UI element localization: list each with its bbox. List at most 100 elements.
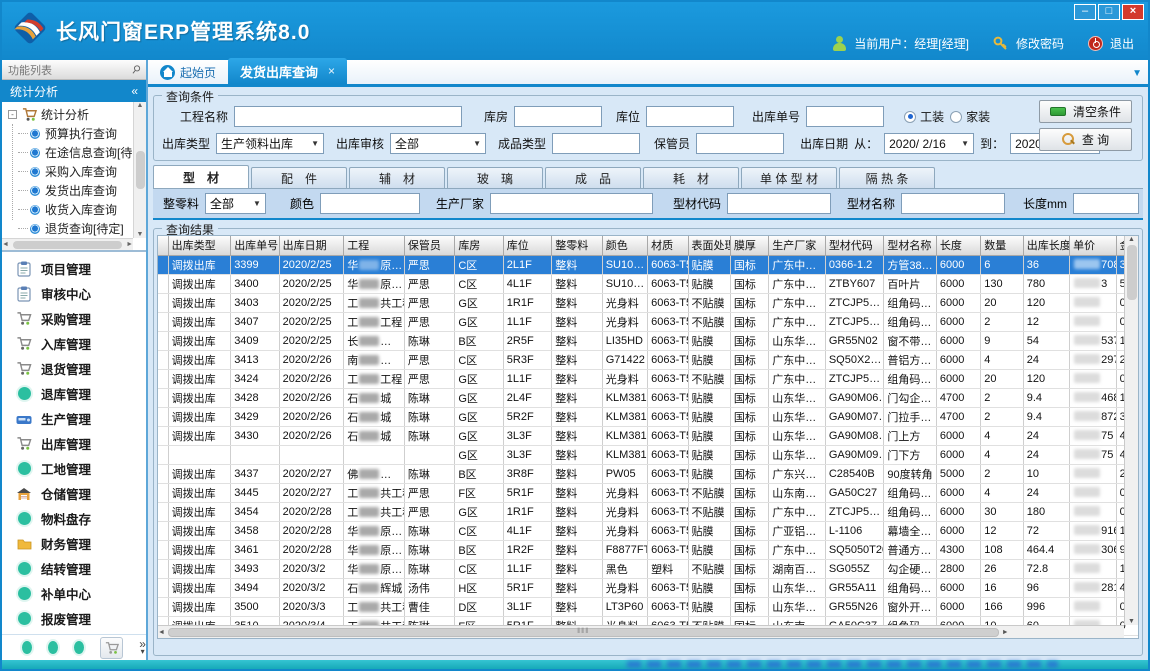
sidebar-module[interactable]: 退库管理 xyxy=(2,381,146,406)
tab-outbound-query[interactable]: 发货出库查询 × xyxy=(228,58,347,84)
table-row[interactable]: 调拨出库35002020/3/3工共工程曹佳D区3L1F整料LT3P606063… xyxy=(158,597,1139,616)
table-row[interactable]: 调拨出库34542020/2/28工共工程严思G区1R1F整料光身料6063-T… xyxy=(158,502,1139,521)
profile-code-input[interactable] xyxy=(727,193,831,214)
warehouse-input[interactable] xyxy=(514,106,602,127)
zhengliao-select[interactable]: 全部▼ xyxy=(205,193,266,214)
tree-horizontal-scrollbar[interactable]: ◄ ► xyxy=(2,238,133,250)
table-row[interactable]: 调拨出库34002020/2/25华原…严思C区4L1F整料SU10…6063-… xyxy=(158,274,1139,293)
tree-root-statistics[interactable]: - 统计分析 xyxy=(8,105,133,124)
column-header[interactable]: 表面处理 xyxy=(688,236,730,255)
tree-item[interactable]: 收货入库查询 xyxy=(8,200,133,219)
scroll-up-icon[interactable]: ▲ xyxy=(137,102,144,109)
audit-select[interactable]: 全部▼ xyxy=(390,133,486,154)
table-row[interactable]: 调拨出库34302020/2/26石城陈琳G区3L3F整料KLM38176063… xyxy=(158,426,1139,445)
length-input[interactable] xyxy=(1073,193,1139,214)
tab-list-dropdown-icon[interactable]: ▼ xyxy=(1132,68,1142,79)
color-input[interactable] xyxy=(320,193,420,214)
table-row[interactable]: 调拨出库33992020/2/25华原…严思C区2L1F整料SU10…6063-… xyxy=(158,255,1139,274)
scroll-up-icon[interactable]: ▲ xyxy=(1128,236,1135,243)
sidebar-overflow-button[interactable]: »▾ xyxy=(139,640,146,656)
scroll-down-icon[interactable]: ▼ xyxy=(1128,618,1135,625)
scroll-right-icon[interactable]: ► xyxy=(126,241,133,248)
outbound-no-input[interactable] xyxy=(806,106,884,127)
tree-item[interactable]: 预算执行查询 xyxy=(8,124,133,143)
tree-vertical-scrollbar[interactable]: ▲ ▼ xyxy=(133,102,146,238)
sidebar-module[interactable]: 入库管理 xyxy=(2,331,146,356)
column-header[interactable]: 库房 xyxy=(455,236,503,255)
column-header[interactable]: 出库类型 xyxy=(168,236,231,255)
module-shortcut-icon[interactable] xyxy=(74,641,84,654)
material-tab[interactable]: 单 体 型 材 xyxy=(741,167,837,188)
logout-link[interactable]: 退出 xyxy=(1110,35,1134,52)
column-header[interactable]: 型材代码 xyxy=(825,236,884,255)
table-row[interactable]: 调拨出库34282020/2/26石城陈琳G区2L4F整料KLM38176063… xyxy=(158,388,1139,407)
sidebar-module[interactable]: 采购管理 xyxy=(2,306,146,331)
column-header[interactable]: 出库日期 xyxy=(279,236,344,255)
column-header[interactable]: 整零料 xyxy=(552,236,602,255)
table-row[interactable]: 调拨出库34932020/3/2华原…陈琳C区1L1F整料黑色塑料不贴膜国标湖南… xyxy=(158,559,1139,578)
sidebar-module[interactable]: 工地管理 xyxy=(2,456,146,481)
date-from-picker[interactable]: 2020/ 2/16▼ xyxy=(884,133,974,154)
sidebar-module[interactable]: 出库管理 xyxy=(2,431,146,456)
column-header[interactable]: 生产厂家 xyxy=(769,236,826,255)
material-tab[interactable]: 玻 璃 xyxy=(447,167,543,188)
factory-input[interactable] xyxy=(490,193,653,214)
tab-home[interactable]: 起始页 xyxy=(148,60,228,84)
material-tab[interactable]: 配 件 xyxy=(251,167,347,188)
column-header[interactable]: 出库单号 xyxy=(231,236,279,255)
sidebar-module[interactable]: 退货管理 xyxy=(2,356,146,381)
tree-item[interactable]: 在途信息查询[待 xyxy=(8,143,133,162)
grid-vertical-scrollbar[interactable]: ▲ ▼ xyxy=(1124,236,1138,625)
table-row[interactable]: 调拨出库34582020/2/28华原…陈琳C区4L1F整料光身料6063-T5… xyxy=(158,521,1139,540)
keeper-input[interactable] xyxy=(696,133,784,154)
outbound-type-select[interactable]: 生产领料出库▼ xyxy=(216,133,324,154)
module-shortcut-icon[interactable] xyxy=(48,641,58,654)
sidebar-module[interactable]: 生产管理 xyxy=(2,406,146,431)
radio-jiazhuang[interactable]: 家装 xyxy=(950,108,990,125)
scrollbar-thumb[interactable] xyxy=(13,241,122,249)
sidebar-module[interactable]: 项目管理 xyxy=(2,256,146,281)
material-tab[interactable]: 辅 材 xyxy=(349,167,445,188)
scrollbar-thumb[interactable]: ⦀⦀⦀ xyxy=(168,628,999,637)
material-tab[interactable]: 耗 材 xyxy=(643,167,739,188)
sidebar-module[interactable]: 财务管理 xyxy=(2,531,146,556)
material-tab[interactable]: 成 品 xyxy=(545,167,641,188)
column-header[interactable]: 保管员 xyxy=(404,236,454,255)
sidebar-module[interactable]: 物料盘存 xyxy=(2,506,146,531)
column-header[interactable]: 材质 xyxy=(648,236,688,255)
sidebar-module[interactable]: 报废管理 xyxy=(2,606,146,631)
sidebar-section-header[interactable]: 统计分析 « xyxy=(2,80,146,102)
change-password-link[interactable]: 修改密码 xyxy=(1016,35,1064,52)
column-header[interactable]: 颜色 xyxy=(602,236,647,255)
scroll-right-icon[interactable]: ► xyxy=(1002,629,1009,636)
scroll-left-icon[interactable]: ◄ xyxy=(2,241,9,248)
table-row[interactable]: 调拨出库34612020/2/28华原…陈琳B区1R2F整料F8877FT606… xyxy=(158,540,1139,559)
table-row[interactable]: 调拨出库34072020/2/25工工程严思G区1L1F整料光身料6063-T5… xyxy=(158,312,1139,331)
radio-gongzhuang[interactable]: 工装 xyxy=(904,108,944,125)
column-header[interactable]: 长度 xyxy=(936,236,980,255)
cart-shortcut-button[interactable] xyxy=(100,637,123,659)
table-row[interactable]: 调拨出库34942020/3/2石辉城汤伟H区5R1F整料光身料6063-T5贴… xyxy=(158,578,1139,597)
column-header[interactable]: 工程 xyxy=(344,236,405,255)
sidebar-module[interactable]: 审核中心 xyxy=(2,281,146,306)
grid-horizontal-scrollbar[interactable]: ◄ ⦀⦀⦀ ► xyxy=(158,625,1124,638)
material-tab[interactable]: 隔 热 条 xyxy=(839,167,935,188)
tree-item[interactable]: 发货出库查询 xyxy=(8,181,133,200)
tree-item[interactable]: 采购入库查询 xyxy=(8,162,133,181)
scrollbar-thumb[interactable] xyxy=(136,151,145,189)
module-shortcut-icon[interactable] xyxy=(22,641,32,654)
project-name-input[interactable] xyxy=(234,106,462,127)
tab-close-icon[interactable]: × xyxy=(328,64,335,78)
column-header[interactable]: 库位 xyxy=(503,236,551,255)
sidebar-module[interactable]: 补单中心 xyxy=(2,581,146,606)
sidebar-module[interactable]: 结转管理 xyxy=(2,556,146,581)
clear-conditions-button[interactable]: 清空条件 xyxy=(1039,100,1132,123)
profile-name-input[interactable] xyxy=(901,193,1005,214)
table-row[interactable]: 调拨出库34092020/2/25长…陈琳B区2R5F整料LI35HD6063-… xyxy=(158,331,1139,350)
location-input[interactable] xyxy=(646,106,734,127)
column-header[interactable]: 单价 xyxy=(1070,236,1116,255)
maximize-button[interactable]: □ xyxy=(1098,4,1120,20)
table-row[interactable]: 调拨出库34292020/2/26石城陈琳G区5R2F整料KLM38176063… xyxy=(158,407,1139,426)
table-row[interactable]: 调拨出库34242020/2/26工工程严思G区1L1F整料光身料6063-T5… xyxy=(158,369,1139,388)
sidebar-module[interactable]: 仓储管理 xyxy=(2,481,146,506)
